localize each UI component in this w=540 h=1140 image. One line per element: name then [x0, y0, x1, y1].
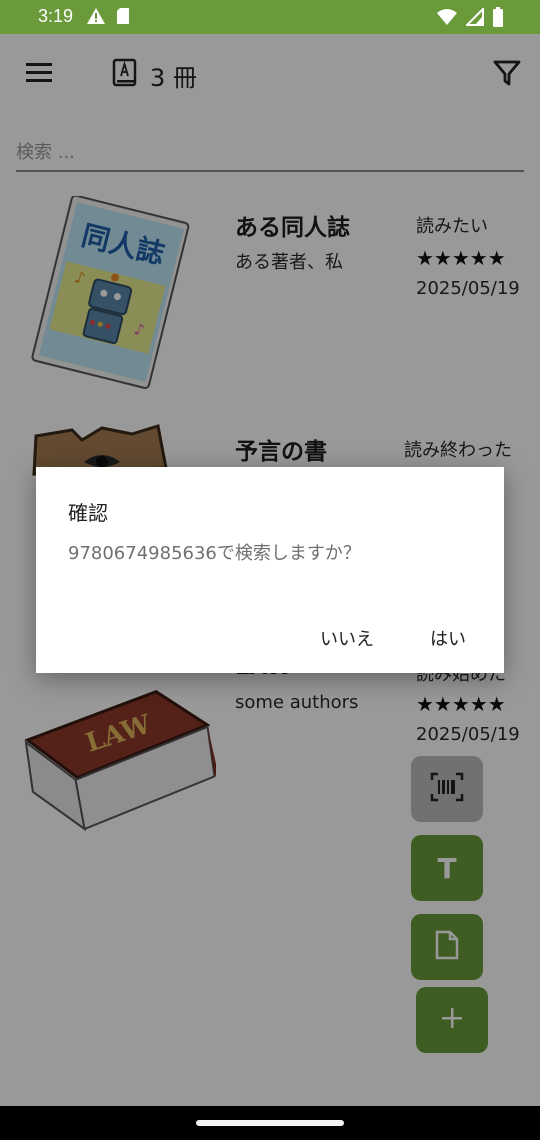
battery-icon	[492, 7, 504, 31]
navigation-bar	[0, 1106, 540, 1140]
status-bar: 3:19	[0, 0, 540, 34]
dialog-title: 確認	[68, 501, 108, 525]
status-time: 3:19	[38, 6, 74, 26]
confirm-dialog: 確認 9780674985636で検索しますか？ いいえ はい	[36, 467, 504, 673]
no-button[interactable]: いいえ	[320, 625, 374, 651]
wifi-icon	[436, 8, 458, 30]
signal-icon	[464, 6, 484, 30]
warning-icon	[86, 7, 106, 29]
yes-button[interactable]: はい	[430, 625, 466, 651]
home-gesture-handle[interactable]	[196, 1120, 344, 1126]
dialog-message: 9780674985636で検索しますか？	[68, 543, 361, 564]
sd-card-icon	[116, 7, 130, 29]
